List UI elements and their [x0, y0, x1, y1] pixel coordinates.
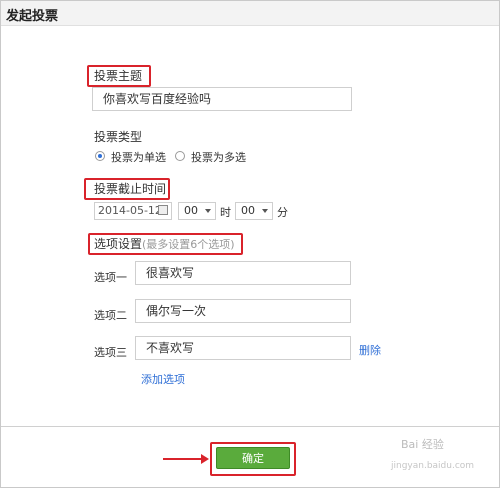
option-2-input[interactable]: 偶尔写一次	[135, 299, 351, 323]
add-option-link[interactable]: 添加选项	[141, 371, 185, 387]
radio-multi-label: 投票为多选	[191, 151, 246, 164]
topic-input[interactable]: 你喜欢写百度经验吗	[92, 87, 352, 111]
date-value: 2014-05-12	[98, 204, 162, 217]
option-2-label: 选项二	[94, 309, 127, 322]
option-1-input[interactable]: 很喜欢写	[135, 261, 351, 285]
delete-option-link[interactable]: 删除	[359, 342, 381, 358]
dialog-content: 投票主题 你喜欢写百度经验吗 投票类型 投票为单选 投票为多选 投票截止时间 2…	[1, 26, 499, 426]
dialog-title: 发起投票	[6, 9, 59, 24]
watermark-text: Bai 经验	[401, 438, 444, 451]
radio-selected-dot	[98, 154, 102, 158]
chevron-down-icon	[262, 209, 268, 213]
hour-unit: 时	[220, 206, 231, 219]
hour-select[interactable]: 00	[178, 202, 216, 220]
radio-single[interactable]	[95, 151, 105, 161]
options-hint: (最多设置6个选项)	[142, 238, 235, 251]
minute-select[interactable]: 00	[235, 202, 273, 220]
type-label: 投票类型	[94, 130, 143, 144]
date-input[interactable]: 2014-05-12	[94, 202, 172, 220]
confirm-button[interactable]: 确定	[216, 447, 290, 469]
hour-value: 00	[184, 204, 198, 217]
option-1-label: 选项一	[94, 271, 127, 284]
arrow-icon	[163, 454, 209, 464]
vote-dialog: 发起投票 投票主题 你喜欢写百度经验吗 投票类型 投票为单选 投票为多选 投票截…	[0, 0, 500, 488]
watermark-url: jingyan.baidu.com	[391, 461, 475, 471]
footer-divider	[1, 426, 499, 427]
calendar-icon[interactable]	[158, 205, 168, 215]
topic-label: 投票主题	[94, 69, 143, 83]
dialog-titlebar: 发起投票	[1, 1, 499, 26]
minute-unit: 分	[277, 206, 288, 219]
option-3-label: 选项三	[94, 346, 127, 359]
minute-value: 00	[241, 204, 255, 217]
radio-single-label: 投票为单选	[111, 151, 166, 164]
option-3-input[interactable]: 不喜欢写	[135, 336, 351, 360]
chevron-down-icon	[205, 209, 211, 213]
radio-multi[interactable]	[175, 151, 185, 161]
deadline-label: 投票截止时间	[94, 182, 167, 196]
options-label: 选项设置	[94, 237, 143, 251]
